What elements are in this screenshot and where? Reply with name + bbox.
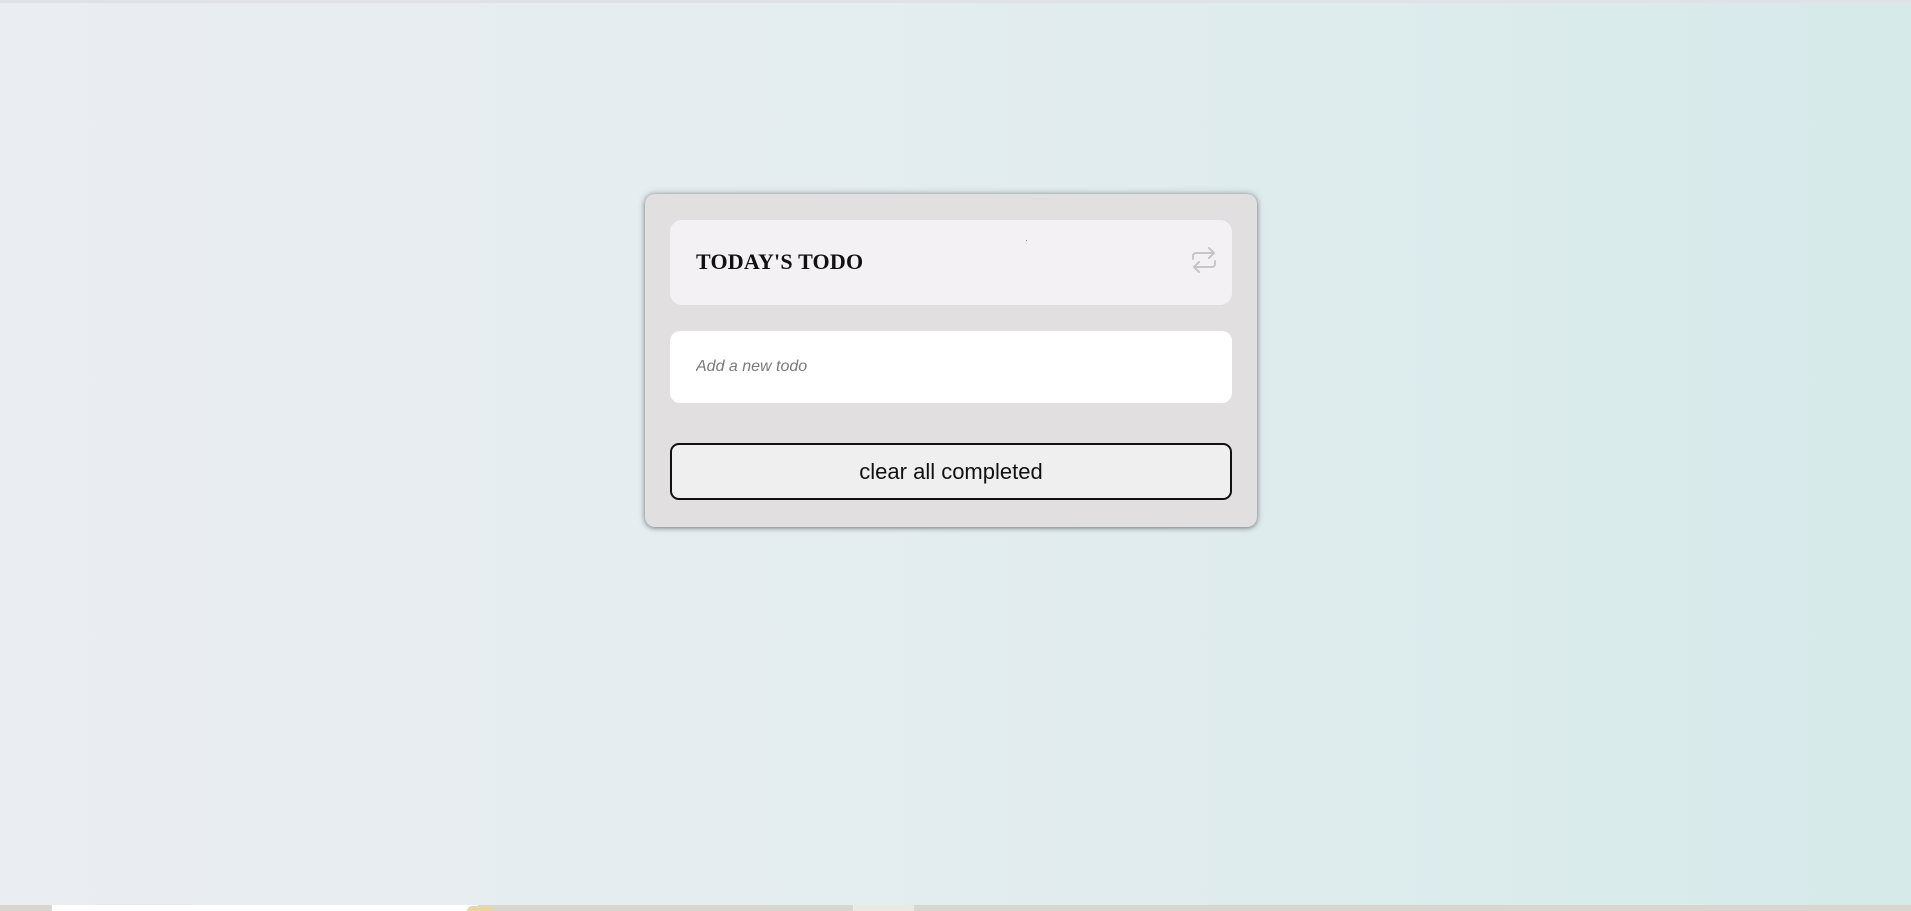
todo-header: TODAY'S TODO (670, 220, 1232, 305)
new-todo-input[interactable] (670, 331, 1232, 403)
taskbar-item[interactable] (52, 905, 493, 911)
todo-card: TODAY'S TODO clear all completed (645, 194, 1257, 527)
taskbar-item[interactable] (853, 905, 914, 911)
repeat-icon[interactable] (1188, 246, 1220, 274)
stray-dot (1026, 240, 1027, 241)
taskbar-app-icon (467, 906, 493, 911)
page-title: TODAY'S TODO (696, 249, 864, 274)
taskbar-strip (0, 905, 1911, 911)
clear-completed-button[interactable]: clear all completed (670, 443, 1232, 500)
page-background: TODAY'S TODO clear all completed (0, 0, 1911, 905)
